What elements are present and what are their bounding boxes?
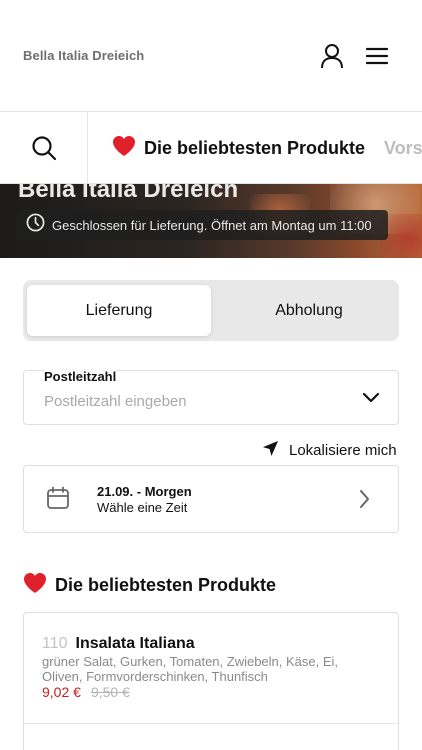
product-description: grüner Salat, Gurken, Tomaten, Zwiebeln,… xyxy=(42,654,339,684)
product-old-price: 9,50 € xyxy=(90,684,130,700)
heart-icon xyxy=(112,135,136,162)
postal-code-input[interactable] xyxy=(44,393,344,410)
category-tab-next[interactable]: Vors xyxy=(384,112,422,183)
hero-banner: Bella Italia Dreieich Geschlossen für Li… xyxy=(0,184,422,258)
postal-code-select[interactable]: Postleitzahl xyxy=(23,369,399,425)
product-number: 110 xyxy=(42,635,68,652)
product-list: 110 Insalata Italiana grüner Salat, Gurk… xyxy=(23,612,399,750)
chevron-down-icon[interactable] xyxy=(362,390,380,408)
delivery-option[interactable]: Lieferung xyxy=(27,285,211,336)
hero-title: Bella Italia Dreieich xyxy=(18,184,239,203)
restaurant-name[interactable]: Bella Italia Dreieich xyxy=(23,48,144,63)
delivery-time-hint: Wähle eine Zeit xyxy=(97,500,188,515)
section-title-text: Die beliebtesten Produkte xyxy=(55,575,277,595)
locate-me-button[interactable]: Lokalisiere mich xyxy=(262,440,397,460)
product-item[interactable]: 110 Insalata Italiana xyxy=(42,635,195,653)
category-tab-label: Vors xyxy=(384,137,422,158)
location-arrow-icon xyxy=(262,440,279,461)
order-mode-toggle: Lieferung Abholung xyxy=(23,280,399,341)
status-text: Geschlossen für Lieferung. Öffnet am Mon… xyxy=(52,217,372,233)
divider xyxy=(24,723,398,724)
product-prices: 9,02 € 9,50 € xyxy=(42,684,130,700)
clock-icon xyxy=(26,213,45,237)
status-badge: Geschlossen für Lieferung. Öffnet am Mon… xyxy=(16,210,388,240)
category-tab-label: Die beliebtesten Produkte xyxy=(144,137,366,158)
delivery-date: 21.09. - Morgen xyxy=(97,484,192,499)
section-title: Die beliebtesten Produkte xyxy=(23,572,276,599)
delivery-time-picker[interactable]: 21.09. - Morgen Wähle eine Zeit xyxy=(23,465,399,533)
category-bar: Die beliebtesten Produkte Vors xyxy=(0,112,422,184)
locate-me-label: Lokalisiere mich xyxy=(289,441,397,459)
chevron-right-icon[interactable] xyxy=(358,489,370,514)
product-name: Insalata Italiana xyxy=(75,635,195,652)
product-price: 9,02 € xyxy=(42,684,81,700)
hamburger-menu-icon[interactable] xyxy=(361,40,393,72)
heart-icon xyxy=(23,572,47,599)
postal-code-label: Postleitzahl xyxy=(44,369,117,384)
calendar-icon xyxy=(46,486,70,515)
user-icon[interactable] xyxy=(316,40,348,72)
pickup-option[interactable]: Abholung xyxy=(217,285,401,336)
search-icon[interactable] xyxy=(0,112,88,183)
category-tab-popular[interactable]: Die beliebtesten Produkte xyxy=(112,112,366,183)
app-header: Bella Italia Dreieich xyxy=(0,0,422,112)
